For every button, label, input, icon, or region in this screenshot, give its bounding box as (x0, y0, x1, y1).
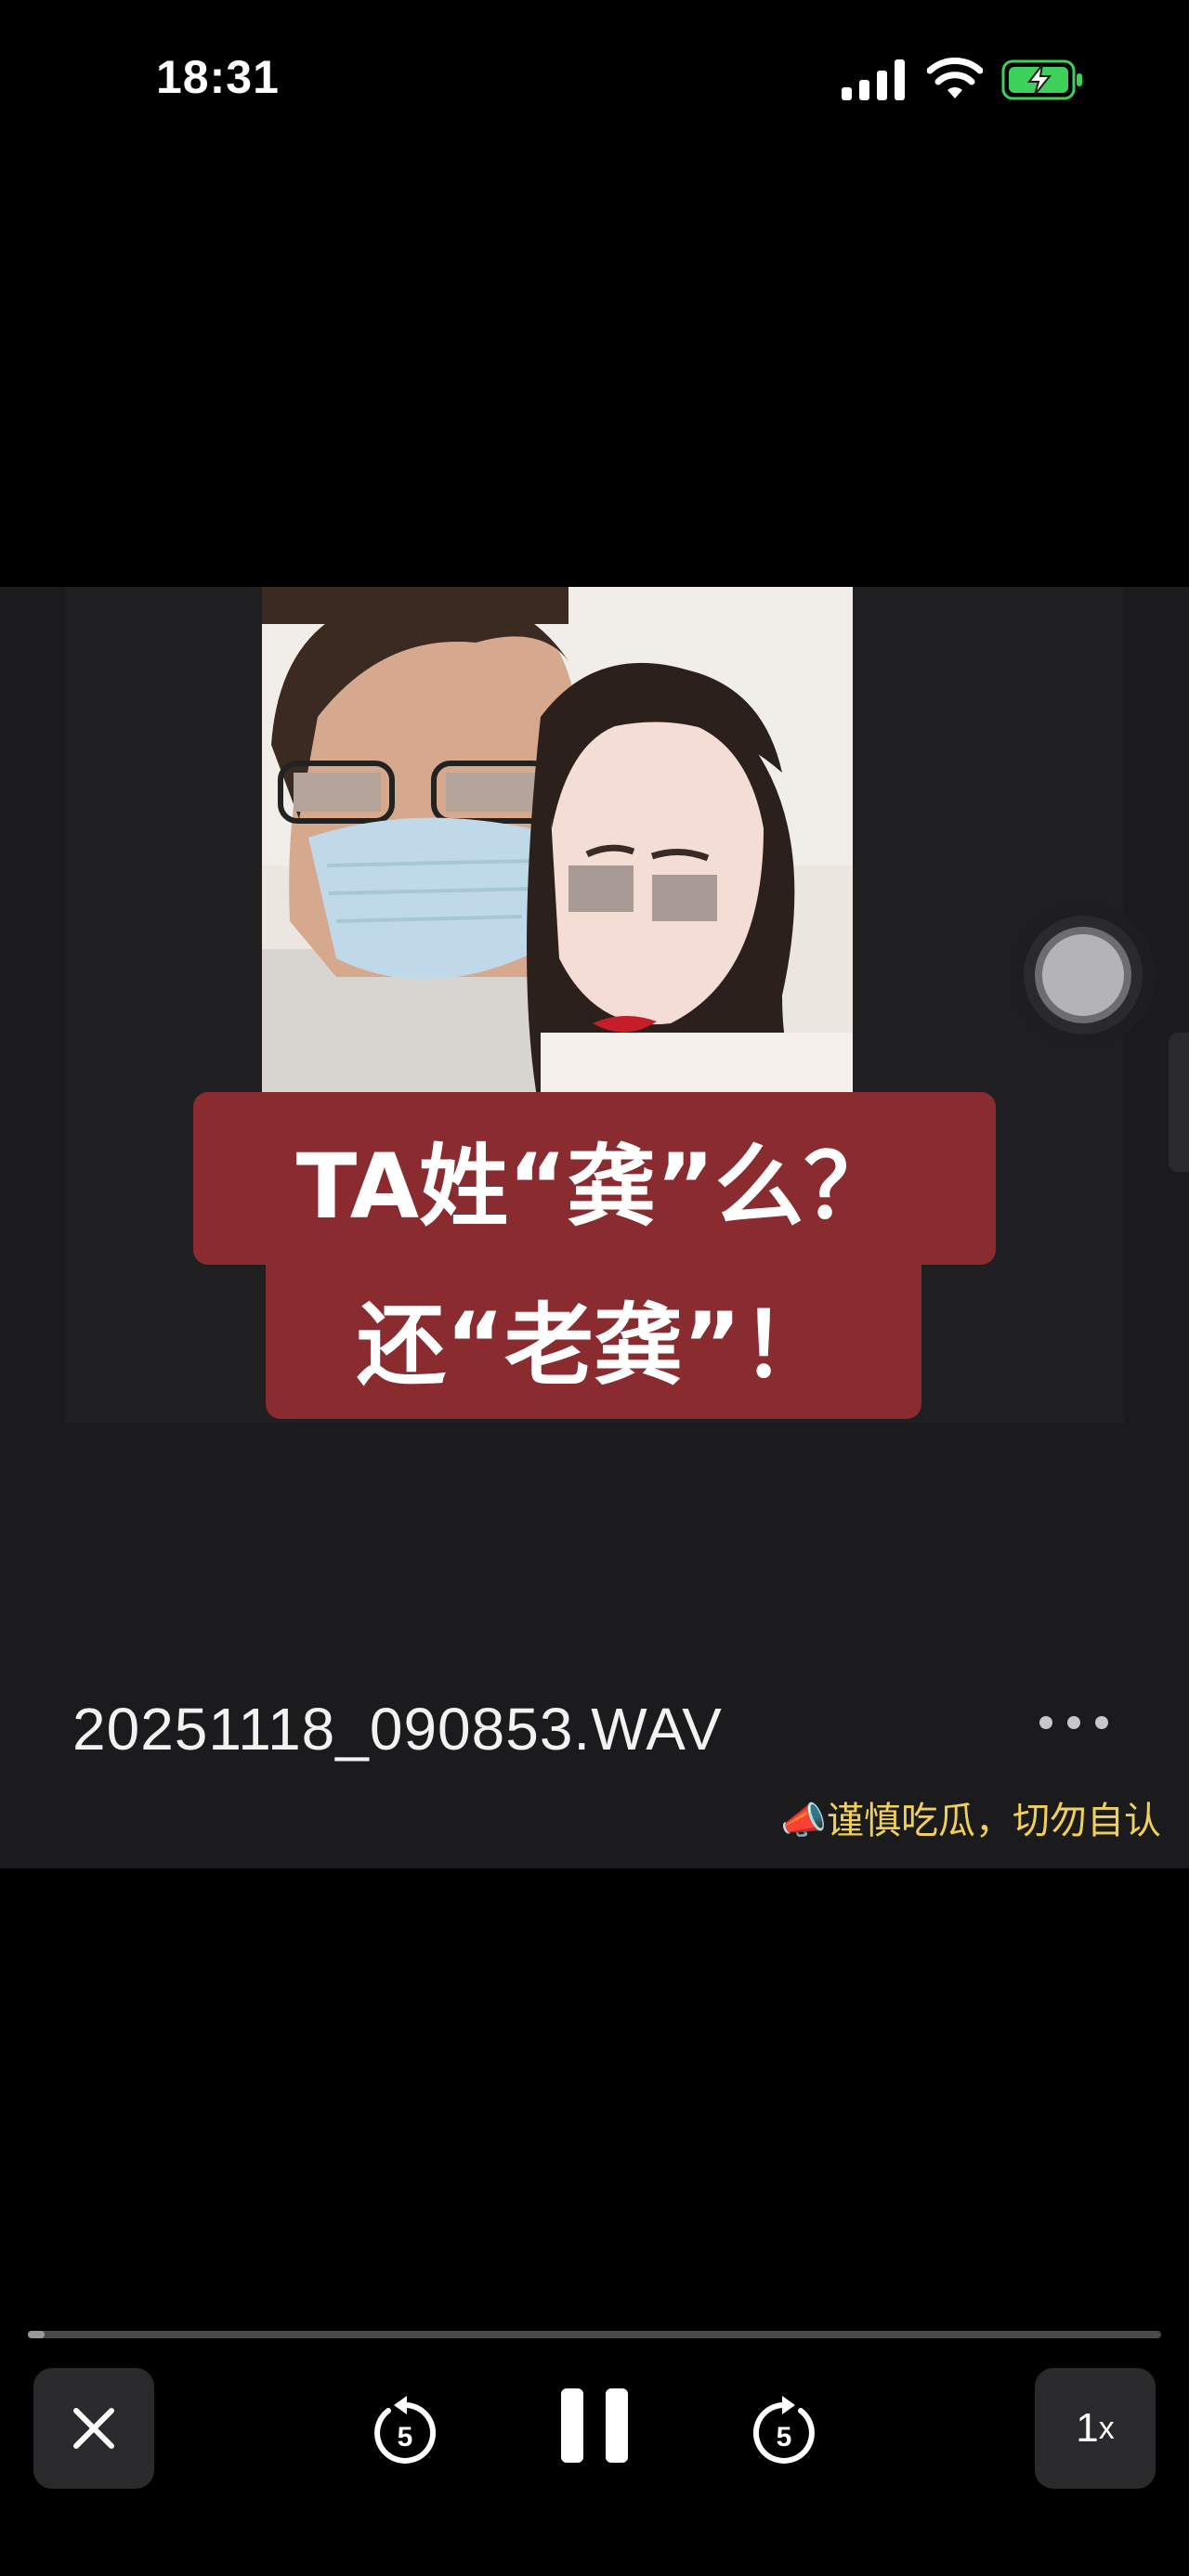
close-icon (73, 2408, 114, 2449)
record-button-icon[interactable] (1009, 901, 1157, 1049)
audio-filename: 20251118_090853.WAV (72, 1696, 723, 1763)
speed-suffix: x (1098, 2410, 1115, 2446)
watermark-text: 📣谨慎吃瓜，切勿自认 (780, 1800, 1161, 1842)
speed-value: 1 (1076, 2405, 1099, 2451)
couple-photo (262, 587, 853, 1118)
status-time: 18:31 (156, 51, 280, 103)
battery-charging-icon (1001, 59, 1082, 100)
forward-5-icon[interactable]: 5 (749, 2387, 819, 2470)
caption-line-1: TA姓“龚”么？ (193, 1092, 996, 1265)
playback-speed-button[interactable]: 1x (1035, 2368, 1156, 2489)
playback-progress-bar[interactable] (28, 2331, 1161, 2338)
forward-seconds-label: 5 (777, 2422, 792, 2452)
rewind-5-icon[interactable]: 5 (370, 2387, 440, 2470)
wifi-icon (927, 58, 983, 98)
status-bar: 18:31 (0, 0, 1189, 158)
more-options-icon[interactable] (1039, 1709, 1109, 1737)
close-button[interactable] (33, 2368, 154, 2489)
cellular-signal-icon (842, 59, 905, 100)
playback-progress-fill (28, 2331, 46, 2338)
caption-line-2: 还“老龚”！ (266, 1255, 921, 1419)
side-handle (1169, 1033, 1189, 1172)
pause-icon[interactable] (557, 2387, 632, 2465)
rewind-seconds-label: 5 (398, 2422, 413, 2452)
video-panel[interactable]: TA姓“龚”么？ 还“老龚”！ 20251118_090853.WAV 📣谨慎吃… (0, 587, 1189, 1868)
